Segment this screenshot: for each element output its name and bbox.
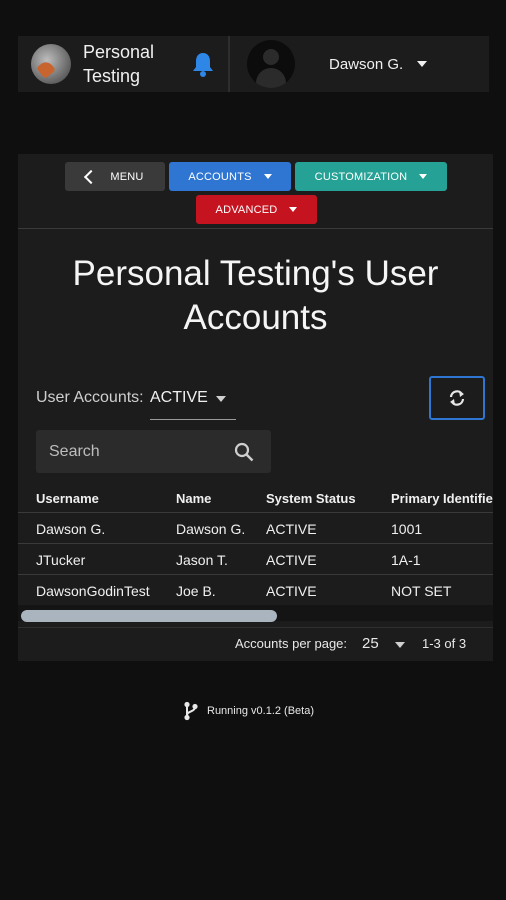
- column-header-name[interactable]: Name: [176, 491, 211, 506]
- user-menu-chevron-down-icon[interactable]: [417, 61, 428, 67]
- cell-username: DawsonGodinTest: [36, 582, 150, 599]
- version-info: Running v0.1.2 (Beta): [183, 701, 314, 721]
- rows-per-page-select[interactable]: 25: [362, 635, 379, 652]
- account-status-select[interactable]: ACTIVE: [150, 389, 236, 420]
- table-footer-divider: [18, 627, 493, 628]
- advanced-button[interactable]: ADVANCED: [196, 195, 317, 224]
- user-avatar[interactable]: [247, 40, 295, 88]
- menu-button[interactable]: MENU: [65, 162, 165, 191]
- notifications-button[interactable]: [190, 50, 216, 78]
- column-header-username[interactable]: Username: [36, 491, 99, 506]
- cell-system-status: ACTIVE: [266, 582, 317, 599]
- advanced-button-label: ADVANCED: [215, 203, 278, 216]
- pagination-range: 1-3 of 3: [422, 636, 467, 651]
- cell-name: Jason T.: [176, 551, 228, 568]
- customization-button[interactable]: CUSTOMIZATION: [295, 162, 447, 191]
- cell-primary-identifier: NOT SET: [391, 582, 452, 599]
- account-status-value: ACTIVE: [150, 389, 208, 406]
- customization-button-label: CUSTOMIZATION: [314, 170, 408, 183]
- header-divider: [228, 36, 230, 92]
- cell-primary-identifier: 1A-1: [391, 551, 421, 568]
- main-card: MENU ACCOUNTS CUSTOMIZATION ADVANCED Per…: [18, 154, 493, 661]
- table-scrollbar-thumb[interactable]: [21, 610, 277, 622]
- cell-system-status: ACTIVE: [266, 520, 317, 537]
- git-branch-icon: [184, 701, 198, 721]
- chevron-down-icon[interactable]: [395, 642, 405, 648]
- accounts-table: Username Name System Status Primary Iden…: [18, 484, 493, 609]
- cell-username: Dawson G.: [36, 520, 106, 537]
- page-title: Personal Testing's User Accounts: [72, 254, 439, 337]
- accounts-button-label: ACCOUNTS: [188, 170, 252, 183]
- chevron-down-icon: [289, 207, 298, 212]
- top-header: Personal Testing Dawson G.: [18, 36, 489, 92]
- table-row[interactable]: Dawson G. Dawson G. ACTIVE 1001: [18, 512, 493, 544]
- org-name[interactable]: Personal Testing: [83, 40, 173, 88]
- chevron-down-icon: [419, 174, 428, 179]
- table-row[interactable]: JTucker Jason T. ACTIVE 1A-1: [18, 543, 493, 575]
- rows-per-page-label: Accounts per page:: [235, 636, 348, 651]
- chevron-down-icon: [216, 396, 226, 402]
- column-header-system-status[interactable]: System Status: [266, 491, 356, 506]
- search-box: [36, 430, 271, 473]
- accounts-button[interactable]: ACCOUNTS: [169, 162, 291, 191]
- cell-name: Dawson G.: [176, 520, 246, 537]
- chevron-down-icon: [263, 174, 272, 179]
- version-text: Running v0.1.2 (Beta): [207, 705, 315, 717]
- user-name[interactable]: Dawson G.: [329, 56, 403, 73]
- cell-username: JTucker: [36, 551, 86, 568]
- cell-primary-identifier: 1001: [391, 520, 423, 537]
- org-logo[interactable]: [31, 44, 71, 84]
- refresh-icon: [449, 390, 465, 406]
- table-header-row: Username Name System Status Primary Iden…: [18, 484, 493, 512]
- menu-button-label: MENU: [110, 170, 144, 183]
- rocket-icon: [36, 59, 56, 79]
- refresh-button[interactable]: [429, 376, 485, 420]
- bell-icon: [193, 53, 213, 77]
- table-row[interactable]: DawsonGodinTest Joe B. ACTIVE NOT SET: [18, 574, 493, 606]
- account-filter-label: User Accounts:: [36, 389, 144, 406]
- chevron-left-icon: [84, 169, 99, 184]
- column-header-primary-identifier[interactable]: Primary Identifie: [391, 491, 493, 506]
- cell-name: Joe B.: [176, 582, 216, 599]
- cell-system-status: ACTIVE: [266, 551, 317, 568]
- search-icon[interactable]: [234, 442, 254, 462]
- search-input[interactable]: [36, 430, 226, 473]
- nav-divider: [18, 228, 493, 229]
